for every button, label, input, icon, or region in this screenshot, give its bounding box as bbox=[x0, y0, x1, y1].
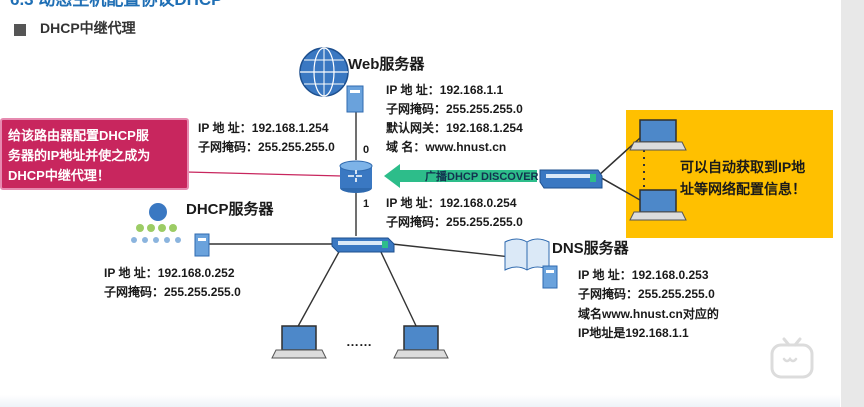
dhcp-server-ip: IP 地 址：192.168.0.252 bbox=[104, 266, 235, 280]
dns-server-ip: IP 地 址：192.168.0.253 bbox=[578, 268, 709, 282]
callout-pointer bbox=[185, 171, 343, 177]
router-upper-mask: 子网掩码：255.255.255.0 bbox=[198, 140, 335, 154]
tv-watermark-icon bbox=[770, 337, 814, 379]
web-server-gateway: 默认网关：192.168.1.254 bbox=[386, 121, 523, 135]
client-note-line-1: 可以自动获取到IP地 bbox=[680, 159, 806, 175]
dns-server-name: DNS服务器 bbox=[552, 240, 629, 257]
switch-right-icon bbox=[539, 169, 603, 189]
switch-to-dns-link bbox=[391, 243, 521, 259]
dhcp-server-name: DHCP服务器 bbox=[186, 201, 274, 218]
laptop-left-icon bbox=[271, 325, 327, 359]
callout-line-1: 给该路由器配置DHCP服 bbox=[8, 128, 149, 143]
dns-server-mask: 子网掩码：255.255.255.0 bbox=[578, 287, 715, 301]
globe-icon bbox=[299, 47, 349, 97]
switch-center-icon bbox=[331, 237, 395, 253]
relay-callout: 给该路由器配置DHCP服 务器的IP地址并使之成为 DHCP中继代理！ bbox=[0, 118, 189, 190]
callout-line-2: 务器的IP地址并使之成为 bbox=[8, 148, 151, 163]
bottom-fade bbox=[0, 395, 840, 407]
router-upper-ip: IP 地 址：192.168.1.254 bbox=[198, 121, 329, 135]
web-server-name: Web服务器 bbox=[348, 56, 425, 73]
dns-server-icon bbox=[504, 238, 558, 289]
client-note: 可以自动获取到IP地 址等网络配置信息！ bbox=[680, 156, 806, 200]
dns-record-line-1: 域名www.hnust.cn对应的 bbox=[578, 307, 719, 321]
laptop-right-icon bbox=[393, 325, 449, 359]
dhcp-server-mask: 子网掩码：255.255.255.0 bbox=[104, 285, 241, 299]
client-note-line-2: 址等网络配置信息！ bbox=[680, 181, 806, 197]
router-port-0: 0 bbox=[363, 144, 370, 156]
switch-to-pc-right-link bbox=[379, 249, 419, 331]
router-icon bbox=[339, 160, 373, 193]
web-server-domain: 域 名：www.hnust.cn bbox=[386, 140, 507, 154]
web-server-icon bbox=[346, 85, 364, 113]
hosts-ellipsis: …… bbox=[346, 334, 372, 349]
web-server-mask: 子网掩码：255.255.255.0 bbox=[386, 102, 523, 116]
broadcast-label: 广播DHCP DISCOVER bbox=[425, 171, 539, 183]
switch-to-pc-left-link bbox=[295, 249, 341, 331]
router-lower-mask: 子网掩码：255.255.255.0 bbox=[386, 215, 523, 229]
router-lower-ip: IP 地 址：192.168.0.254 bbox=[386, 196, 517, 210]
router-port-1: 1 bbox=[363, 198, 370, 210]
callout-line-3: DHCP中继代理！ bbox=[8, 168, 110, 183]
web-server-ip: IP 地 址：192.168.1.1 bbox=[386, 83, 504, 97]
dns-record-line-2: IP地址是192.168.1.1 bbox=[578, 326, 689, 340]
